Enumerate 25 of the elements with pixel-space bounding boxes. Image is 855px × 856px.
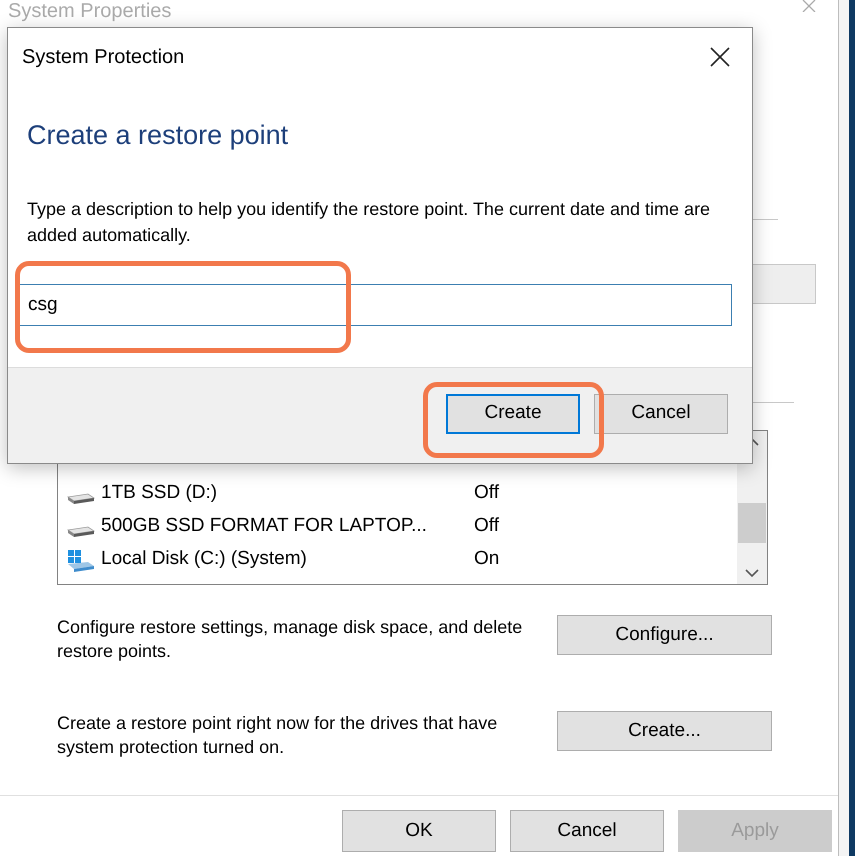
window-title: System Properties bbox=[8, 0, 172, 22]
system-drive-icon bbox=[66, 548, 96, 572]
drive-name[interactable]: 1TB SSD (D:) bbox=[101, 479, 218, 508]
dialog-button[interactable]: OK bbox=[342, 810, 496, 852]
action-description: Create a restore point right now for the drives that have system protection turned on. bbox=[57, 712, 498, 759]
dialog-button[interactable]: Cancel bbox=[594, 394, 728, 434]
drive-icon bbox=[66, 490, 96, 504]
dialog-button[interactable]: Create bbox=[446, 394, 580, 434]
dialog-description: Type a description to help you identify the restore point. The current date and time are added automatically. bbox=[26, 198, 712, 247]
protection-status: Off bbox=[474, 514, 499, 538]
protection-status: On bbox=[474, 547, 500, 572]
action-button[interactable]: Create... bbox=[557, 711, 772, 751]
close-icon[interactable] bbox=[710, 47, 730, 67]
drive-icon bbox=[66, 524, 96, 538]
dialog-title: System Protection bbox=[22, 45, 184, 70]
protection-status: Off bbox=[474, 481, 499, 506]
action-button[interactable]: Configure... bbox=[557, 615, 772, 655]
action-description: Configure restore settings, manage disk space, and delete restore points. bbox=[57, 616, 524, 663]
drive-name[interactable]: 500GB SSD FORMAT FOR LAPTOP... bbox=[101, 512, 427, 541]
dialog-button[interactable]: Cancel bbox=[510, 810, 664, 852]
drive-name[interactable]: Local Disk (C:) (System) bbox=[101, 545, 307, 574]
chevron-down-icon[interactable] bbox=[745, 569, 759, 578]
dialog-heading: Create a restore point bbox=[26, 119, 290, 152]
scroll-thumb[interactable] bbox=[738, 502, 766, 542]
partial-button[interactable] bbox=[752, 264, 816, 304]
